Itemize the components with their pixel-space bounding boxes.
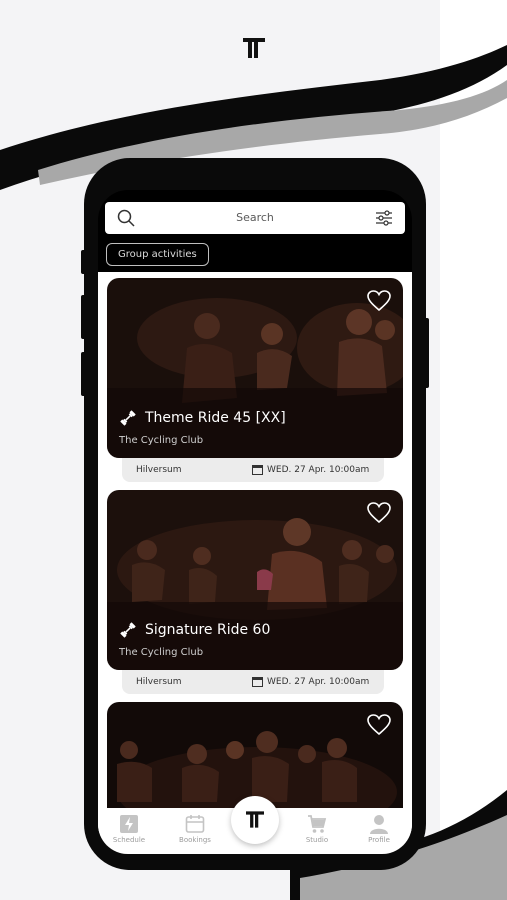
class-datetime: WED. 27 Apr. 10:00am — [267, 677, 370, 687]
class-card[interactable]: Signature Ride 60 The Cycling Club — [107, 490, 403, 670]
calendar-icon — [252, 465, 263, 475]
favorite-heart-icon[interactable] — [367, 502, 391, 524]
dumbbell-icon — [120, 622, 136, 638]
class-info-strip: Hilversum WED. 27 Apr. 10:00am — [122, 458, 384, 482]
tab-schedule[interactable]: Schedule — [104, 814, 154, 844]
favorite-heart-icon[interactable] — [367, 714, 391, 736]
person-icon — [370, 815, 388, 834]
tab-label: Studio — [305, 836, 329, 844]
tab-label: Bookings — [179, 836, 211, 844]
class-photo — [107, 278, 403, 458]
tab-profile[interactable]: Profile — [354, 814, 404, 844]
class-info-strip: Hilversum WED. 27 Apr. 10:00am — [122, 670, 384, 694]
studio-name: The Cycling Club — [119, 647, 204, 658]
filter-chip-group-activities[interactable]: Group activities — [106, 243, 209, 266]
class-location: Hilversum — [136, 677, 182, 687]
calendar-icon — [252, 677, 263, 687]
class-location: Hilversum — [136, 465, 182, 475]
filter-icon[interactable] — [375, 209, 393, 227]
search-input[interactable]: Search — [105, 211, 405, 224]
brand-logo-icon — [246, 811, 264, 828]
class-datetime: WED. 27 Apr. 10:00am — [267, 465, 370, 475]
class-title-row: Signature Ride 60 — [119, 621, 270, 639]
tab-studio[interactable]: Studio — [292, 814, 342, 844]
class-list: Theme Ride 45 [XX] The Cycling Club Hilv… — [98, 272, 412, 854]
class-card[interactable]: Theme Ride 45 [XX] The Cycling Club — [107, 278, 403, 458]
class-title-row: Theme Ride 45 [XX] — [119, 409, 286, 427]
brand-logo-icon — [243, 38, 265, 58]
favorite-heart-icon[interactable] — [367, 290, 391, 312]
class-title: Theme Ride 45 [XX] — [145, 410, 286, 426]
lightning-icon — [120, 815, 138, 833]
calendar-icon — [185, 815, 205, 833]
search-bar[interactable]: Search — [105, 202, 405, 234]
studio-name: The Cycling Club — [119, 435, 204, 446]
class-photo — [107, 490, 403, 670]
center-home-button[interactable] — [231, 796, 279, 844]
tab-label: Profile — [368, 836, 390, 844]
tab-bookings[interactable]: Bookings — [170, 814, 220, 844]
dumbbell-icon — [120, 410, 136, 426]
cart-icon — [308, 815, 327, 833]
class-title: Signature Ride 60 — [145, 622, 271, 638]
tab-label: Schedule — [112, 836, 146, 844]
app-screen: Search Group activities Theme Ride 45 [X… — [98, 190, 412, 854]
